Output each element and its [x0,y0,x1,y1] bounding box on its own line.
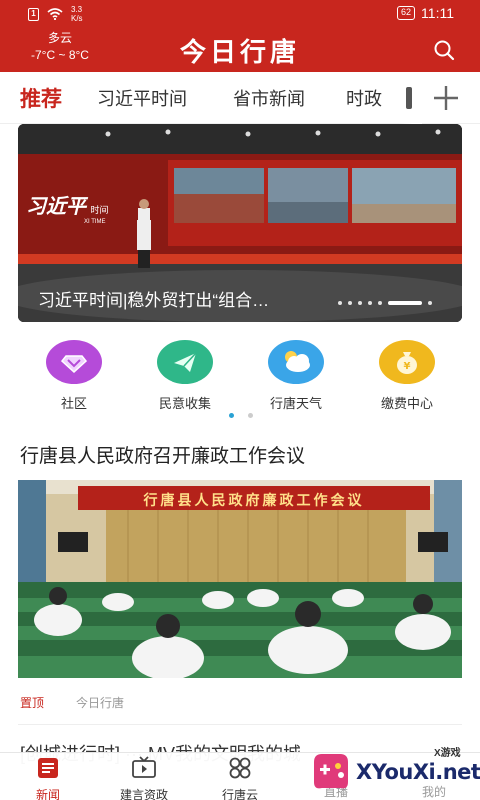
carousel-indicator [338,301,432,305]
quick-link-weather[interactable]: 行唐天气 [246,340,346,412]
status-time: 11:11 [421,5,454,21]
news-icon [38,758,58,778]
quick-link-label: 缴费中心 [380,396,433,411]
tab-recommend[interactable]: 推荐 [20,83,62,113]
community-icon [46,340,102,384]
quick-links: 社区 民意收集 行唐天气 ¥ 缴费中心 [0,340,480,420]
tab-province-news[interactable]: 省市新闻 [233,85,305,111]
nav-news[interactable]: 新闻 [8,756,88,800]
nav-cloud[interactable]: 行唐云 [200,756,280,800]
quick-link-label: 行唐天气 [269,396,322,411]
gamepad-logo-icon [314,754,348,789]
quick-link-feedback[interactable]: 民意收集 [135,340,235,412]
quick-link-community[interactable]: 社区 [24,340,124,412]
nav-label: 建言资政 [119,788,168,800]
status-right: 62 11:11 [397,5,454,21]
grid-icon [229,757,251,779]
app-header: 1 3.3 K/s 62 11:11 多云 -7°C ~ 8°C 今日行唐 [0,0,480,72]
screen-logo-sub: 时间 [90,205,109,215]
battery-indicator: 62 [397,6,416,20]
network-speed: 3.3 K/s [71,5,83,23]
pinned-tag: 置顶 [20,696,45,710]
article-meta: 置顶 今日行唐 [20,694,124,711]
carousel-dot [358,301,362,305]
carousel-dot [338,301,342,305]
quick-link-payment[interactable]: ¥ 缴费中心 [357,340,457,412]
article-title[interactable]: 行唐县人民政府召开廉政工作会议 [20,441,305,468]
divider [18,724,462,725]
watermark-small-text: X游戏 [434,748,461,759]
carousel-dot [368,301,372,305]
network-speed-unit: K/s [71,14,83,23]
article-source: 今日行唐 [76,696,125,710]
tab-politics[interactable]: 时政 [346,85,382,111]
carousel-dot [378,301,382,305]
carousel-dot [348,301,352,305]
site-watermark: X游戏 XYouXi.net [300,742,480,800]
banner-caption: 习近平时间|稳外贸打出“组合… [38,291,270,310]
app-title: 今日行唐 [179,38,300,68]
screen-logo-en: XI TIME [84,219,106,225]
nav-label: 新闻 [35,788,60,800]
quick-links-page-indicator [229,413,253,418]
page-dot [248,413,253,418]
quick-link-label: 社区 [60,396,87,411]
network-speed-value: 3.3 [71,5,83,14]
search-icon[interactable] [432,38,456,62]
svg-text:¥: ¥ [404,361,411,372]
watermark-main-text: XYouXi.net [356,760,480,784]
tab-xi-time[interactable]: 习近平时间 [97,85,187,111]
page-dot-active [229,413,234,418]
status-bar: 1 3.3 K/s 62 11:11 [0,0,480,28]
nav-label: 行唐云 [221,788,258,800]
headline-carousel[interactable]: 习近平 时间 XI TIME 习近平时间|稳外贸打出“组合… [18,124,462,322]
wifi-icon [47,8,63,20]
article-image[interactable]: 行唐县人民政府廉政工作会议 [18,480,462,678]
screen-logo-main: 习近平 [26,194,86,218]
add-channel-icon[interactable] [428,82,464,114]
weather-cloud-icon [268,340,324,384]
send-icon [157,340,213,384]
channel-tabs: 推荐 习近平时间 省市新闻 时政 [0,72,480,124]
screen-logo: 习近平 时间 XI TIME [26,190,108,225]
nav-advice[interactable]: 建言资政 [104,756,184,800]
sim-icon: 1 [28,7,39,21]
tab-overflow-edge [406,87,412,109]
carousel-dot [428,301,432,305]
meeting-banner-text: 行唐县人民政府廉政工作会议 [143,492,365,508]
tv-icon [132,756,156,778]
money-bag-icon: ¥ [379,340,435,384]
quick-link-label: 民意收集 [158,396,211,411]
status-left: 1 3.3 K/s [28,5,83,23]
carousel-dot-active [388,301,422,305]
